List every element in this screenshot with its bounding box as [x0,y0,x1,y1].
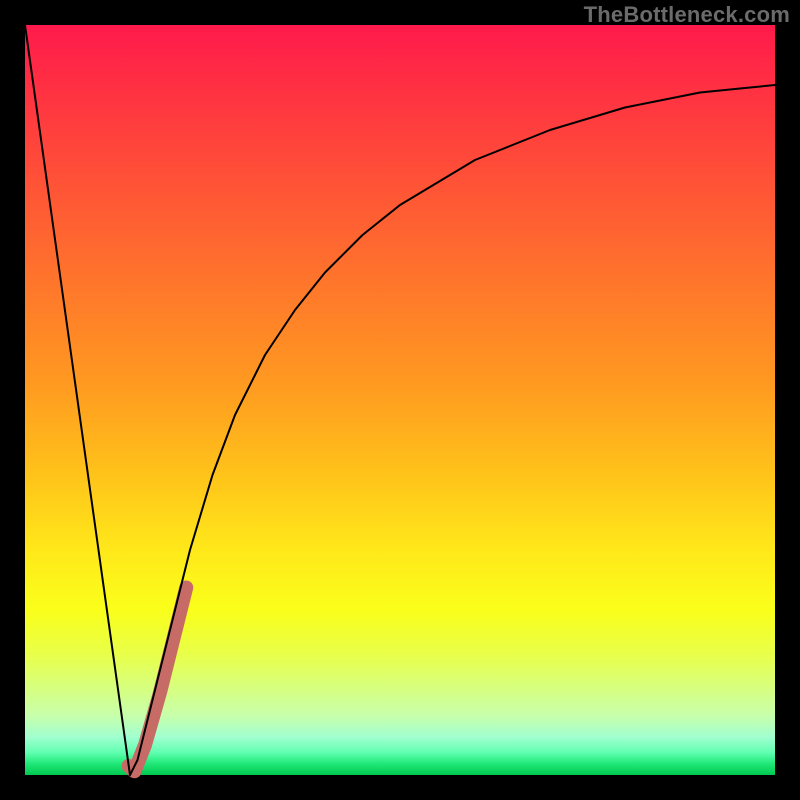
chart-outer-frame: TheBottleneck.com [0,0,800,800]
main-curve [25,25,775,775]
chart-svg-layer [25,25,775,775]
watermark-text: TheBottleneck.com [584,2,790,28]
